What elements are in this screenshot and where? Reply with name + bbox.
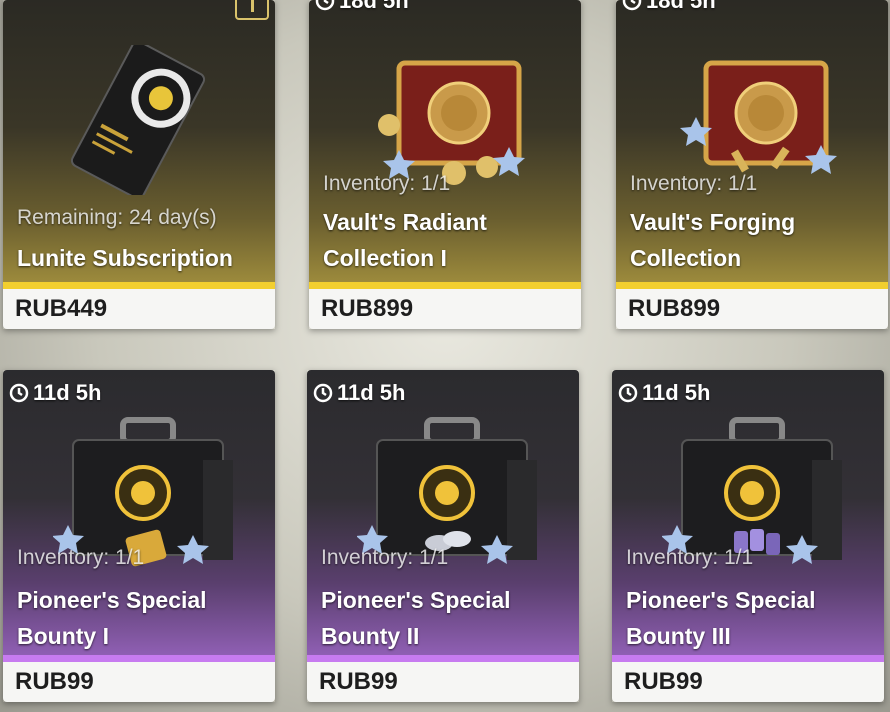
price-button[interactable]: RUB449 [3, 289, 275, 329]
rarity-stripe [616, 282, 888, 289]
shop-card-pioneers-special-bounty-2[interactable]: 11d 5h Inventory: 1/1 Pioneer's Special … [307, 370, 579, 702]
card-title: Pioneer's Special Bounty I [17, 582, 207, 654]
timer: 18d 5h [315, 0, 409, 14]
timer: 11d 5h [618, 380, 710, 406]
timer-label: 11d 5h [337, 380, 406, 405]
rarity-stripe [3, 282, 275, 289]
card-title-line: Collection I [323, 245, 447, 271]
card-title: Vault's Forging Collection [630, 204, 795, 276]
rarity-stripe [309, 282, 581, 289]
card-title: Vault's Radiant Collection I [323, 204, 487, 276]
card-art: 18d 5h Inventory: 1/1 Vault's Radiant Co… [309, 0, 581, 282]
card-title: Lunite Subscription [17, 240, 233, 276]
card-art: 11d 5h Inventory: 1/1 Pioneer's Special … [3, 370, 275, 655]
subscription-card-image [70, 45, 206, 195]
card-art: 11d 5h Inventory: 1/1 Pioneer's Special … [612, 370, 884, 655]
card-title: Pioneer's Special Bounty II [321, 582, 511, 654]
inventory-label: Inventory: 1/1 [321, 546, 449, 569]
card-title-line: Pioneer's Special [321, 587, 511, 613]
rarity-stripe [612, 655, 884, 662]
card-title-line: Vault's Radiant [323, 209, 487, 235]
price-button[interactable]: RUB99 [612, 662, 884, 702]
price-button[interactable]: RUB899 [309, 289, 581, 329]
card-title-line: Bounty I [17, 623, 109, 649]
inventory-label: Inventory: 1/1 [626, 546, 754, 569]
remaining-label: Remaining: 24 day(s) [17, 206, 217, 229]
price-button[interactable]: RUB899 [616, 289, 888, 329]
vault-chest-image [680, 60, 837, 174]
shop-card-pioneers-special-bounty-3[interactable]: 11d 5h Inventory: 1/1 Pioneer's Special … [612, 370, 884, 702]
timer: 11d 5h [9, 380, 101, 406]
shop-card-vaults-forging-collection[interactable]: 18d 5h Inventory: 1/1 Vault's Forging Co… [616, 0, 888, 329]
shop-card-vaults-radiant-collection[interactable]: 18d 5h Inventory: 1/1 Vault's Radiant Co… [309, 0, 581, 329]
card-art: 11d 5h Inventory: 1/1 Pioneer's Special … [307, 370, 579, 655]
card-art: Remaining: 24 day(s) Lunite Subscription [3, 0, 275, 282]
timer-label: 11d 5h [33, 380, 102, 405]
shop-card-pioneers-special-bounty-1[interactable]: 11d 5h Inventory: 1/1 Pioneer's Special … [3, 370, 275, 702]
clock-icon [622, 0, 642, 11]
timer-label: 18d 5h [646, 0, 716, 13]
inventory-label: Inventory: 1/1 [17, 546, 145, 569]
timer: 11d 5h [313, 380, 405, 406]
card-title-line: Collection [630, 245, 742, 271]
clock-icon [618, 383, 638, 403]
card-title-line: Pioneer's Special [626, 587, 816, 613]
rarity-stripe [307, 655, 579, 662]
clock-icon [315, 0, 335, 11]
price-button[interactable]: RUB99 [307, 662, 579, 702]
shop-card-lunite-subscription[interactable]: Remaining: 24 day(s) Lunite Subscription… [3, 0, 275, 329]
card-title-line: Bounty II [321, 623, 420, 649]
card-title-line: Pioneer's Special [17, 587, 207, 613]
rarity-stripe [3, 655, 275, 662]
card-title-line: Bounty III [626, 623, 731, 649]
card-art: 18d 5h Inventory: 1/1 Vault's Forging Co… [616, 0, 888, 282]
price-button[interactable]: RUB99 [3, 662, 275, 702]
card-title-line: Vault's Forging [630, 209, 796, 235]
timer-label: 11d 5h [642, 380, 711, 405]
card-title-line: Lunite Subscription [17, 245, 233, 271]
inventory-label: Inventory: 1/1 [630, 172, 758, 195]
vault-chest-image [378, 60, 525, 185]
clock-icon [313, 383, 333, 403]
inventory-label: Inventory: 1/1 [323, 172, 451, 195]
info-icon[interactable] [235, 0, 269, 20]
card-title: Pioneer's Special Bounty III [626, 582, 816, 654]
timer-label: 18d 5h [339, 0, 409, 13]
clock-icon [9, 383, 29, 403]
timer: 18d 5h [622, 0, 716, 14]
